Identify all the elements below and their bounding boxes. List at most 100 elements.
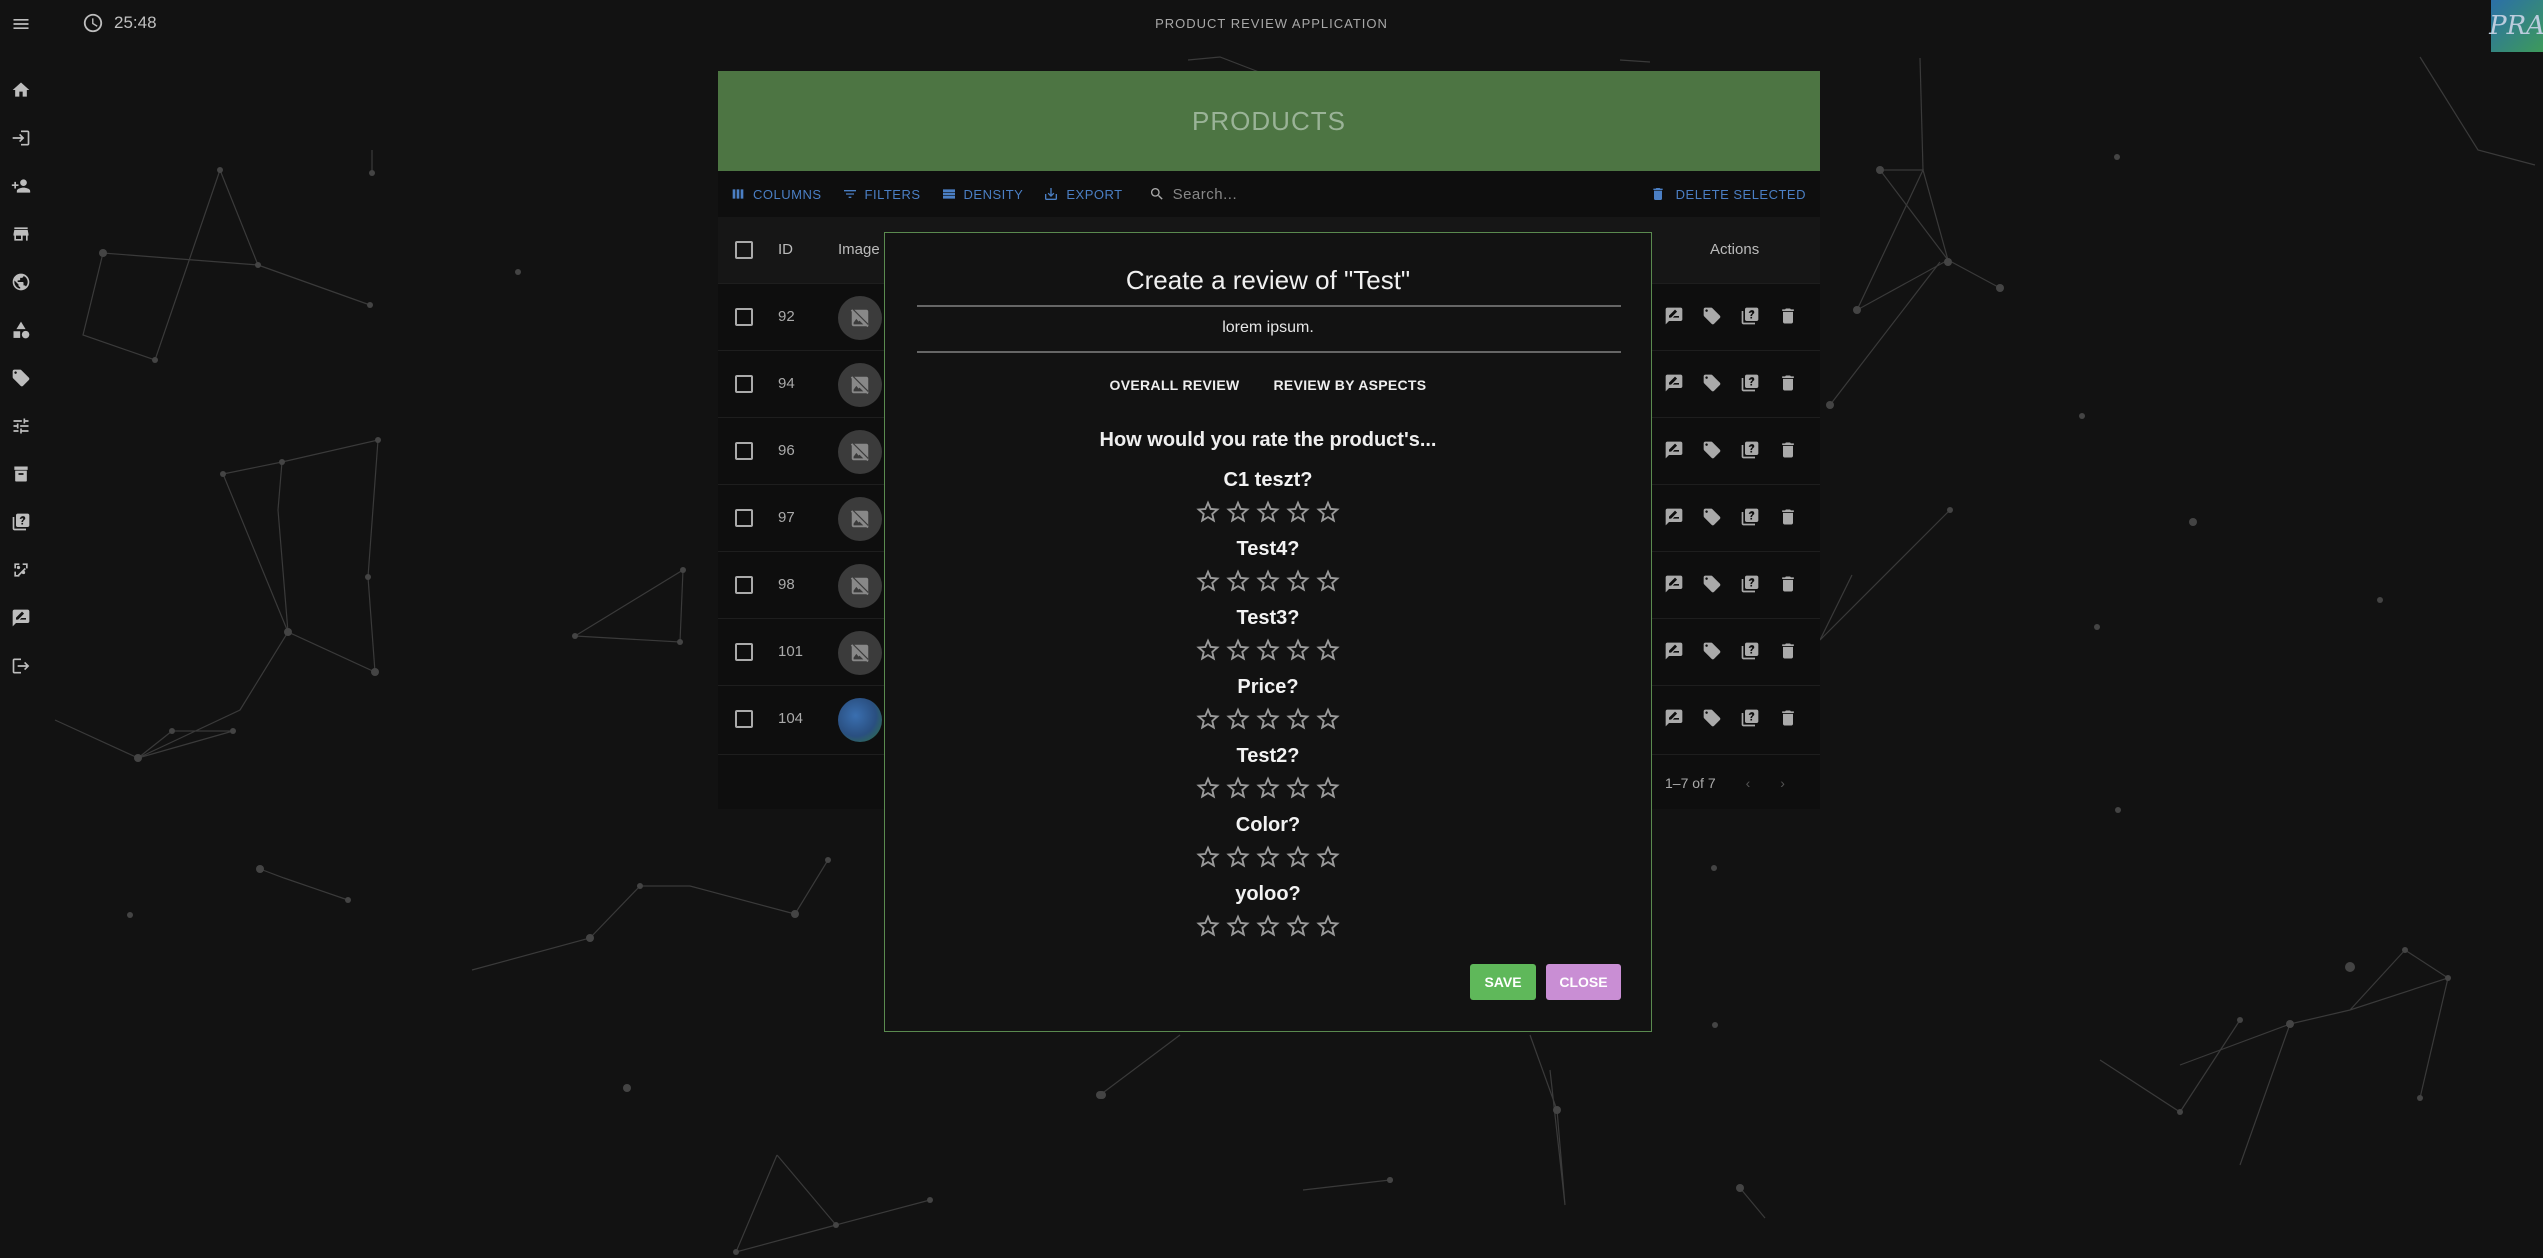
tag-icon[interactable] [1702,373,1722,393]
row-checkbox[interactable] [735,643,753,661]
star-rating[interactable] [885,636,1651,664]
star-icon[interactable] [1314,498,1342,526]
star-icon[interactable] [1314,636,1342,664]
select-all-checkbox[interactable] [735,241,753,259]
trash-icon[interactable] [1778,574,1798,594]
star-icon[interactable] [1224,843,1252,871]
next-page-icon[interactable]: › [1780,775,1785,791]
star-rating[interactable] [885,843,1651,871]
star-icon[interactable] [1284,843,1312,871]
category-icon[interactable] [9,318,33,342]
star-icon[interactable] [1254,912,1282,940]
star-icon[interactable] [1254,843,1282,871]
rate-review-icon[interactable] [1664,373,1684,393]
trash-icon[interactable] [1778,306,1798,326]
rate-review-icon[interactable] [1664,507,1684,527]
star-icon[interactable] [1194,567,1222,595]
star-icon[interactable] [1224,636,1252,664]
density-button[interactable]: DENSITY [941,186,1024,202]
star-rating[interactable] [885,567,1651,595]
row-checkbox[interactable] [735,509,753,527]
rate-review-icon[interactable] [1664,574,1684,594]
star-rating[interactable] [885,705,1651,733]
star-icon[interactable] [1254,705,1282,733]
star-icon[interactable] [1254,636,1282,664]
tab-overall-review[interactable]: OVERALL REVIEW [1104,373,1246,397]
header-image[interactable]: Image [838,241,880,258]
star-icon[interactable] [1314,705,1342,733]
rate-review-icon[interactable] [1664,708,1684,728]
star-icon[interactable] [1314,567,1342,595]
star-rating[interactable] [885,774,1651,802]
delete-selected-button[interactable]: DELETE SELECTED [1650,186,1806,202]
star-icon[interactable] [1254,498,1282,526]
row-checkbox[interactable] [735,308,753,326]
star-icon[interactable] [1194,636,1222,664]
add-user-icon[interactable] [9,174,33,198]
tune-icon[interactable] [9,414,33,438]
star-icon[interactable] [1224,705,1252,733]
tag-icon[interactable] [1702,306,1722,326]
row-checkbox[interactable] [735,576,753,594]
star-icon[interactable] [1314,774,1342,802]
star-icon[interactable] [1224,912,1252,940]
close-button[interactable]: CLOSE [1546,964,1621,1000]
star-icon[interactable] [1284,774,1312,802]
trash-icon[interactable] [1778,373,1798,393]
star-icon[interactable] [1224,498,1252,526]
app-logo[interactable]: PRA [2489,0,2543,52]
rate-review-icon[interactable] [1664,440,1684,460]
header-id[interactable]: ID [778,241,793,258]
filters-button[interactable]: FILTERS [842,186,921,202]
rate-review-icon[interactable] [9,606,33,630]
quiz-icon[interactable] [1740,440,1760,460]
star-icon[interactable] [1284,912,1312,940]
percent-icon[interactable] [9,558,33,582]
search-box[interactable]: Search... [1149,186,1238,203]
tag-icon[interactable] [1702,574,1722,594]
star-icon[interactable] [1194,498,1222,526]
star-rating[interactable] [885,498,1651,526]
star-icon[interactable] [1284,498,1312,526]
tab-review-by-aspects[interactable]: REVIEW BY ASPECTS [1268,373,1433,397]
quiz-icon[interactable] [1740,708,1760,728]
star-icon[interactable] [1224,774,1252,802]
tag-icon[interactable] [1702,440,1722,460]
store-icon[interactable] [9,222,33,246]
globe-icon[interactable] [9,270,33,294]
star-icon[interactable] [1194,705,1222,733]
home-icon[interactable] [9,78,33,102]
prev-page-icon[interactable]: ‹ [1746,775,1751,791]
logout-icon[interactable] [9,654,33,678]
search-input[interactable]: Search... [1173,186,1238,203]
star-icon[interactable] [1254,567,1282,595]
export-button[interactable]: EXPORT [1043,186,1122,202]
trash-icon[interactable] [1778,440,1798,460]
rate-review-icon[interactable] [1664,641,1684,661]
trash-icon[interactable] [1778,507,1798,527]
quiz-icon[interactable] [1740,306,1760,326]
rate-review-icon[interactable] [1664,306,1684,326]
star-icon[interactable] [1284,567,1312,595]
star-icon[interactable] [1314,912,1342,940]
star-icon[interactable] [1284,705,1312,733]
tag-icon[interactable] [1702,708,1722,728]
quiz-icon[interactable] [1740,507,1760,527]
trash-icon[interactable] [1778,641,1798,661]
columns-button[interactable]: COLUMNS [730,186,822,202]
star-icon[interactable] [1194,843,1222,871]
login-icon[interactable] [9,126,33,150]
star-icon[interactable] [1224,567,1252,595]
tag-icon[interactable] [1702,507,1722,527]
save-button[interactable]: SAVE [1470,964,1536,1000]
row-checkbox[interactable] [735,710,753,728]
star-icon[interactable] [1314,843,1342,871]
tag-icon[interactable] [1702,641,1722,661]
row-checkbox[interactable] [735,375,753,393]
star-icon[interactable] [1194,912,1222,940]
row-checkbox[interactable] [735,442,753,460]
star-icon[interactable] [1254,774,1282,802]
tag-icon[interactable] [9,366,33,390]
quiz-icon[interactable] [1740,641,1760,661]
quiz-icon[interactable] [1740,574,1760,594]
